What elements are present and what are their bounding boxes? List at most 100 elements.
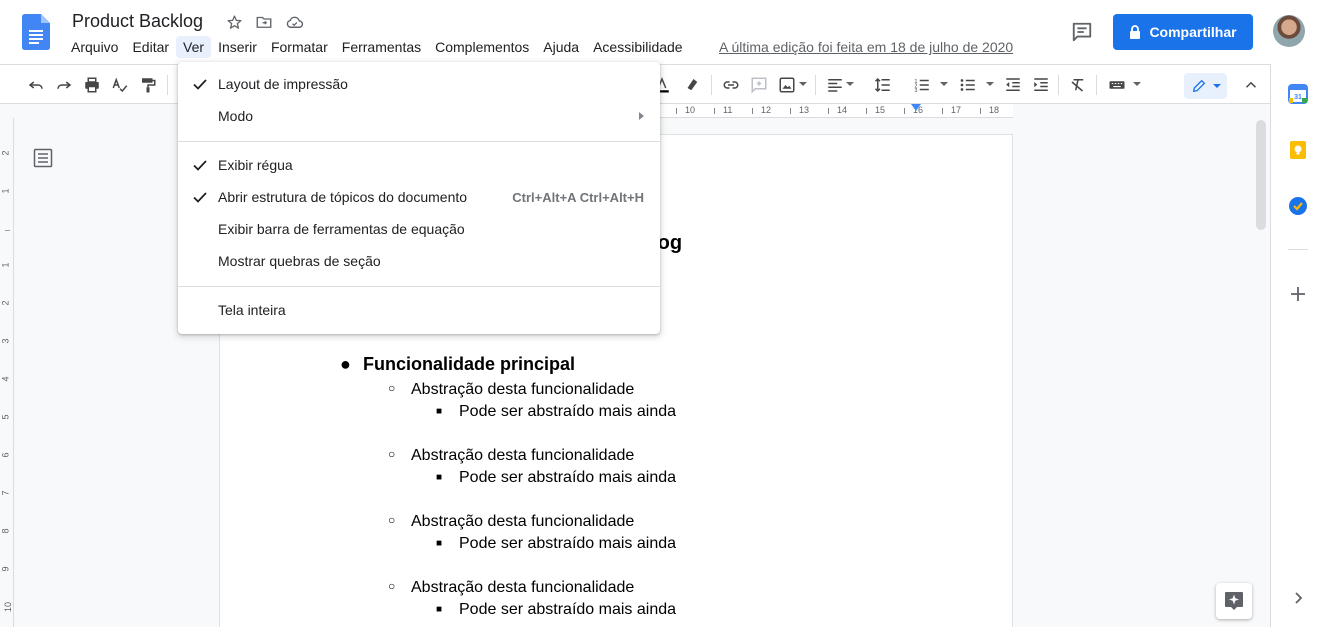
ruler-label: 11 <box>723 105 733 115</box>
ruler-label: 10 <box>685 105 696 115</box>
editing-mode-button[interactable] <box>1184 73 1227 99</box>
vruler-label: 2 <box>0 300 11 306</box>
ruler-tick <box>828 108 829 114</box>
menu-item-section-breaks[interactable]: Mostrar quebras de seção <box>178 245 660 277</box>
vruler-label: 1 <box>0 262 11 268</box>
line-spacing-icon[interactable] <box>872 74 894 96</box>
highlight-color-icon[interactable] <box>681 74 703 96</box>
document-outline-icon[interactable] <box>33 148 53 168</box>
menu-item-label: Mostrar quebras de seção <box>218 253 381 269</box>
numbered-list-icon[interactable]: 123 <box>911 74 933 96</box>
google-docs-logo-icon[interactable] <box>22 14 50 50</box>
menu-editar[interactable]: Editar <box>125 36 176 58</box>
vruler-label: 8 <box>0 528 11 534</box>
menu-item-mode[interactable]: Modo <box>178 100 660 132</box>
menu-ferramentas[interactable]: Ferramentas <box>335 36 428 58</box>
input-tools-caret[interactable] <box>1133 82 1141 86</box>
ruler-label: 13 <box>799 105 810 115</box>
menu-item-print-layout[interactable]: Layout de impressão <box>178 68 660 100</box>
add-comment-icon[interactable] <box>748 74 770 96</box>
side-panel-divider <box>1288 249 1308 250</box>
menu-ver[interactable]: Ver <box>176 36 212 58</box>
add-addon-plus-icon[interactable] <box>1288 284 1308 304</box>
explore-button[interactable] <box>1216 583 1252 619</box>
insert-image-icon[interactable] <box>776 74 798 96</box>
input-tools-keyboard-icon[interactable] <box>1106 74 1128 96</box>
vruler-label: 3 <box>0 338 11 344</box>
numbered-list-caret[interactable] <box>940 82 948 86</box>
comment-history-button[interactable] <box>1068 18 1096 46</box>
paint-format-icon[interactable] <box>137 74 159 96</box>
spellcheck-icon[interactable] <box>109 74 131 96</box>
bulleted-list-caret[interactable] <box>986 82 994 86</box>
editing-mode-caret <box>1212 84 1221 88</box>
menu-item-label: Exibir régua <box>218 157 293 173</box>
ruler-tick <box>942 108 943 114</box>
align-dropdown-caret[interactable] <box>846 82 854 86</box>
increase-indent-icon[interactable] <box>1030 74 1052 96</box>
vruler-label: 9 <box>0 566 11 572</box>
menu-item-label: Modo <box>218 108 254 124</box>
checkmark-icon <box>193 192 207 203</box>
menu-item-label: Exibir barra de ferramentas de equação <box>218 221 465 237</box>
ruler-tick <box>980 108 981 114</box>
checkmark-icon <box>193 79 207 90</box>
right-indent-marker[interactable] <box>911 104 921 111</box>
menu-inserir[interactable]: Inserir <box>211 36 264 58</box>
ruler-label: 12 <box>761 105 772 115</box>
menu-formatar[interactable]: Formatar <box>264 36 335 58</box>
menu-complementos[interactable]: Complementos <box>428 36 536 58</box>
svg-text:3: 3 <box>915 88 918 94</box>
ruler-label: 17 <box>951 105 962 115</box>
menu-ajuda[interactable]: Ajuda <box>536 36 586 58</box>
svg-text:31: 31 <box>1294 94 1302 101</box>
menu-item-shortcut: Ctrl+Alt+A Ctrl+Alt+H <box>512 189 644 205</box>
menu-item-document-outline[interactable]: Abrir estrutura de tópicos do documento … <box>178 181 660 213</box>
star-icon[interactable] <box>224 12 244 32</box>
menu-bar: Arquivo Editar Ver Inserir Formatar Ferr… <box>64 36 690 58</box>
last-edit-link[interactable]: A última edição foi feita em 18 de julho… <box>719 39 1013 55</box>
bulleted-list-icon[interactable] <box>957 74 979 96</box>
document-title[interactable]: Product Backlog <box>72 11 203 32</box>
toolbar-divider <box>711 75 712 95</box>
vruler-margin-mark <box>5 230 10 231</box>
vertical-scrollbar[interactable] <box>1256 120 1266 230</box>
undo-icon[interactable] <box>25 74 47 96</box>
ruler-tick <box>866 108 867 114</box>
redo-icon[interactable] <box>53 74 75 96</box>
print-icon[interactable] <box>81 74 103 96</box>
share-button[interactable]: Compartilhar <box>1113 14 1253 50</box>
menu-acessibilidade[interactable]: Acessibilidade <box>586 36 690 58</box>
account-avatar[interactable] <box>1273 15 1305 47</box>
menu-item-show-ruler[interactable]: Exibir régua <box>178 149 660 181</box>
vertical-ruler: 2 1 1 2 3 4 5 6 7 8 9 10 <box>0 118 14 627</box>
image-dropdown-caret[interactable] <box>799 82 807 86</box>
move-to-folder-icon[interactable] <box>254 12 274 32</box>
clear-formatting-icon[interactable] <box>1067 74 1089 96</box>
align-left-icon[interactable] <box>824 74 846 96</box>
toolbar-divider <box>1058 75 1059 95</box>
menu-item-equation-toolbar[interactable]: Exibir barra de ferramentas de equação <box>178 213 660 245</box>
decrease-indent-icon[interactable] <box>1002 74 1024 96</box>
ruler-label: 14 <box>837 105 848 115</box>
calendar-icon[interactable]: 31 <box>1288 84 1308 104</box>
menu-arquivo[interactable]: Arquivo <box>64 36 125 58</box>
tasks-icon[interactable] <box>1288 196 1308 216</box>
menu-item-label: Layout de impressão <box>218 76 348 92</box>
ruler-label: 15 <box>875 105 886 115</box>
cloud-saved-icon[interactable] <box>284 12 304 32</box>
side-panel: 31 <box>1270 64 1325 627</box>
vruler-label: 4 <box>0 376 11 382</box>
ruler-label: 18 <box>989 105 1000 115</box>
vruler-label: 6 <box>0 452 11 458</box>
toolbar-divider <box>167 75 168 95</box>
insert-link-icon[interactable] <box>720 74 742 96</box>
expand-panel-chevron-right-icon[interactable] <box>1288 588 1308 608</box>
share-label: Compartilhar <box>1149 24 1237 40</box>
ruler-tick <box>904 108 905 114</box>
menu-item-full-screen[interactable]: Tela inteira <box>178 294 660 326</box>
hide-menus-chevron-up-icon[interactable] <box>1240 74 1262 96</box>
keep-icon[interactable] <box>1288 140 1308 160</box>
comment-icon <box>1072 22 1092 42</box>
vruler-label: 1 <box>0 188 11 194</box>
